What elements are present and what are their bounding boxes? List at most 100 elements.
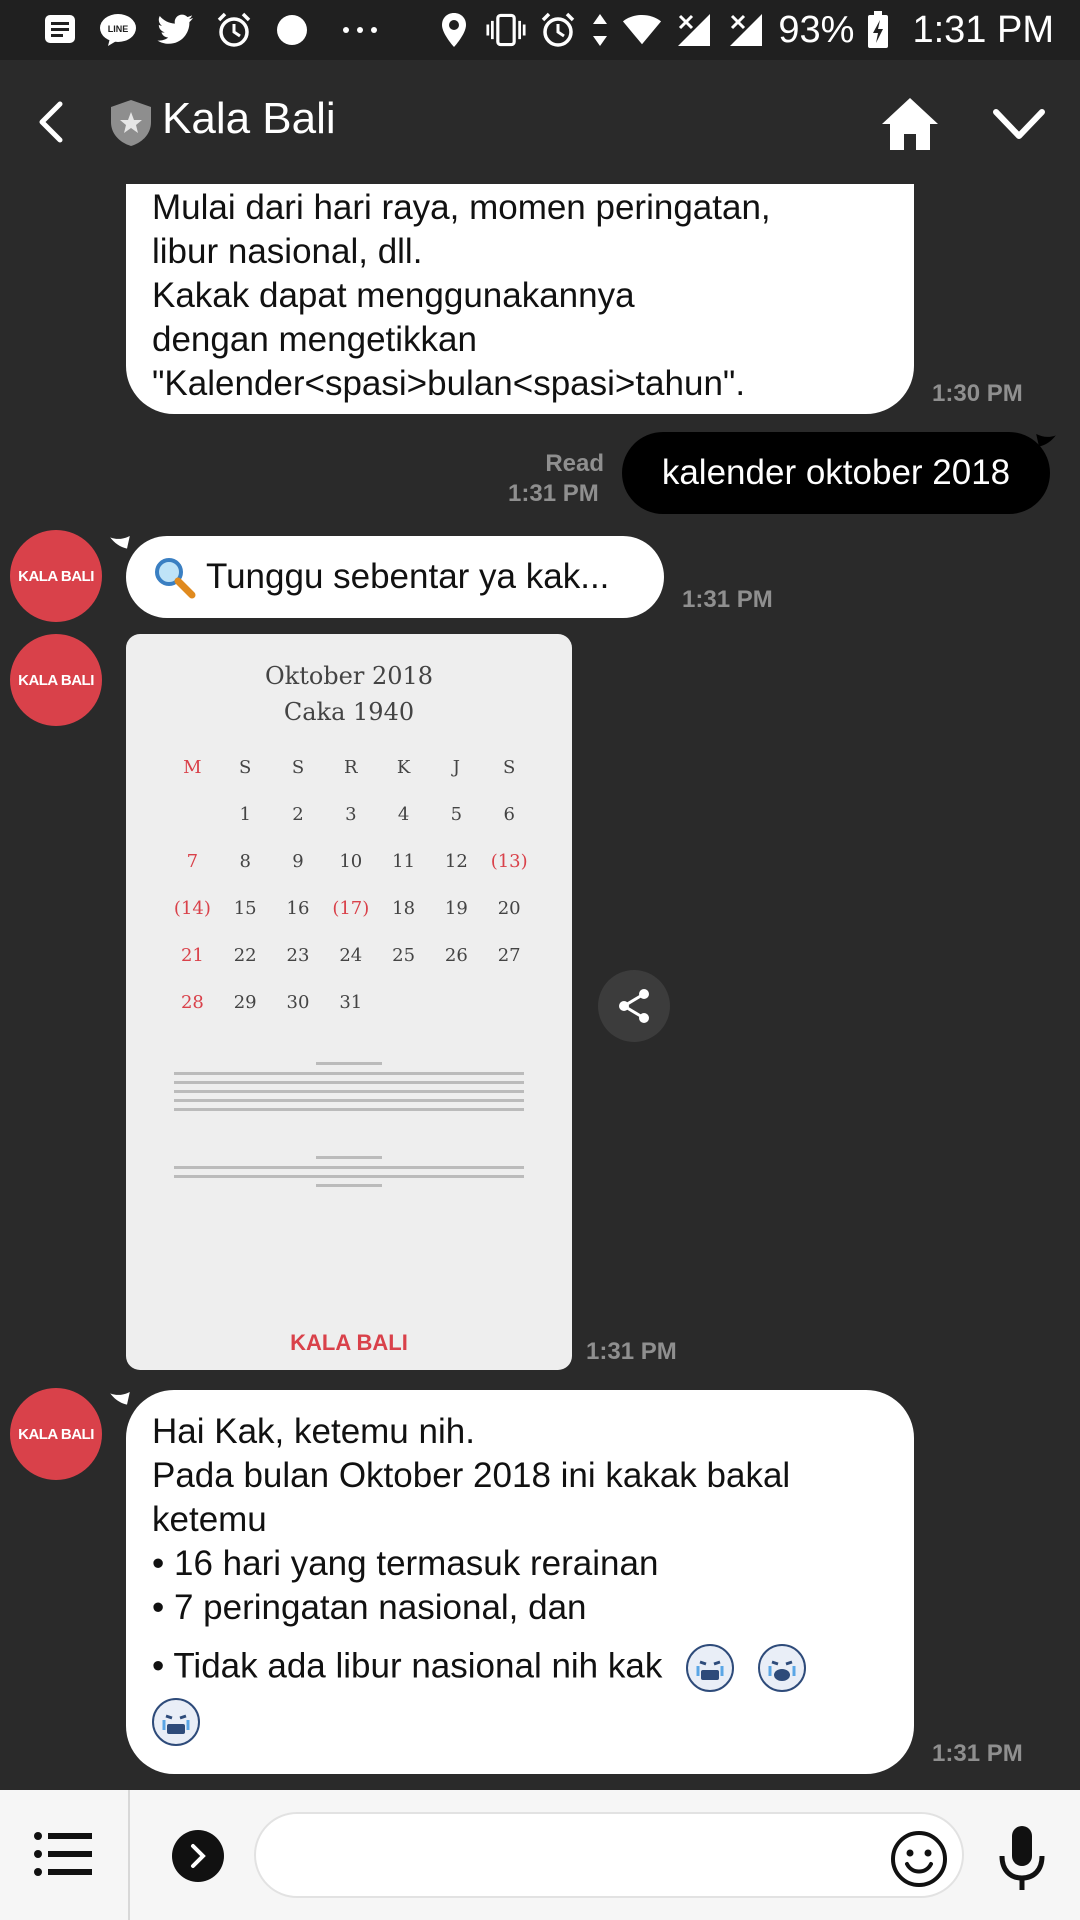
calendar-day: 22 (233, 945, 257, 966)
calendar-day: 9 (292, 851, 304, 872)
calendar-day: 7 (186, 851, 199, 872)
message-text: Tunggu sebentar ya kak... (206, 557, 610, 596)
twitter-icon (156, 10, 196, 50)
clock: 1:31 PM (912, 8, 1054, 51)
calendar-day: 10 (339, 851, 363, 872)
chat-title: Kala Bali (162, 94, 336, 143)
message-bubble-user[interactable]: kalender oktober 2018 (622, 432, 1050, 514)
battery-charging-icon (866, 10, 890, 50)
back-button[interactable] (24, 92, 80, 152)
crying-emoji-icon (152, 1698, 200, 1746)
home-icon (882, 98, 938, 150)
calendar-day: 28 (180, 992, 204, 1013)
fine-print (174, 1090, 524, 1093)
back-arrow-icon (39, 101, 63, 143)
list-menu-icon (34, 1832, 92, 1876)
chat-area[interactable]: Mulai dari hari raya, momen peringatan, … (0, 184, 1080, 1790)
fine-print (174, 1166, 524, 1169)
calendar-day: (14) (173, 898, 211, 919)
calendar-day: 3 (345, 804, 357, 825)
read-receipt: Read (545, 450, 604, 477)
microphone-button[interactable] (996, 1824, 1048, 1894)
calendar-week-row: 21 22 23 24 25 26 27 (166, 932, 536, 979)
calendar-day: (13) (490, 851, 528, 872)
more-notifications-icon (330, 10, 390, 50)
magnifier-icon (152, 555, 196, 599)
message-line: Mulai dari hari raya, momen peringatan, (152, 188, 771, 227)
message-input[interactable] (254, 1812, 964, 1898)
message-line: "Kalender<spasi>bulan<spasi>tahun". (152, 364, 746, 403)
menu-button[interactable] (34, 1830, 92, 1878)
chevron-down-icon (993, 109, 1045, 139)
message-text: kalender oktober 2018 (661, 453, 1011, 492)
fine-print (174, 1081, 524, 1084)
calendar-weekday-row: M S S R K J S (166, 744, 536, 791)
calendar-day: 11 (392, 851, 416, 872)
fine-print (316, 1156, 382, 1159)
message-line: ketemu (152, 1500, 267, 1539)
calendar-day: 21 (180, 945, 204, 966)
avatar[interactable]: KALA BALI (10, 634, 102, 726)
calendar-day: 20 (497, 898, 521, 919)
weekday: R (344, 757, 358, 778)
fine-print (174, 1099, 524, 1102)
fine-print (316, 1184, 382, 1187)
calendar-logo: KALA BALI (290, 1330, 408, 1355)
message-time: 1:31 PM (932, 1740, 1023, 1767)
avatar[interactable]: KALA BALI (10, 1388, 102, 1480)
calendar-subtitle: Caka 1940 (283, 698, 415, 726)
message-bubble-bot[interactable]: Mulai dari hari raya, momen peringatan, … (126, 184, 914, 414)
message-line: dengan mengetikkan (152, 320, 477, 359)
calendar-day: 18 (392, 898, 416, 919)
message-line: Hai Kak, ketemu nih. (152, 1412, 475, 1451)
microphone-icon (999, 1826, 1045, 1890)
calendar-day: 15 (233, 898, 257, 919)
avatar-label: KALA BALI (18, 671, 94, 689)
message-time: 1:31 PM (682, 586, 773, 613)
message-line: • 7 peringatan nasional, dan (152, 1588, 587, 1627)
message-bubble-bot[interactable]: Tunggu sebentar ya kak... (126, 536, 664, 618)
calendar-day: 8 (239, 851, 251, 872)
fine-print (174, 1072, 524, 1075)
fine-print (316, 1062, 382, 1065)
weekday: J (452, 757, 460, 778)
share-icon (619, 989, 649, 1023)
calendar-image[interactable]: Oktober 2018 Caka 1940 M S S R K J S 1 2… (126, 634, 572, 1370)
circle-icon (272, 10, 312, 50)
emoji-button[interactable] (890, 1830, 948, 1888)
share-button[interactable] (598, 970, 670, 1042)
line-app-icon: LINE (98, 10, 138, 50)
calendar-week-row: 28 29 30 31 (166, 979, 536, 1026)
calendar-day: 26 (444, 945, 468, 966)
crying-emoji-icon (757, 1644, 806, 1692)
calendar-day: 25 (392, 945, 416, 966)
calendar-title: Oktober 2018 (264, 662, 434, 690)
battery-percent: 93% (778, 8, 855, 51)
bubble-tail (110, 1392, 130, 1405)
avatar[interactable]: KALA BALI (10, 530, 102, 622)
message-bubble-bot[interactable]: Hai Kak, ketemu nih. Pada bulan Oktober … (126, 1390, 914, 1774)
avatar-label: KALA BALI (18, 1425, 94, 1443)
calendar-week-row: 7 8 9 10 11 12 (13) (166, 838, 536, 885)
chevron-right-icon (191, 1844, 206, 1868)
wifi-icon (622, 10, 662, 50)
weekday: M (183, 757, 202, 778)
home-button[interactable] (878, 92, 942, 156)
message-icon (40, 10, 80, 50)
alarm-icon (538, 10, 578, 50)
message-line: • 16 hari yang termasuk rerainan (152, 1544, 659, 1583)
calendar-day: (17) (332, 898, 370, 919)
smiley-icon (891, 1831, 947, 1887)
calendar-day: 1 (239, 804, 251, 825)
dropdown-button[interactable] (988, 96, 1050, 152)
calendar-day: 23 (286, 945, 310, 966)
calendar-day: 5 (450, 804, 463, 825)
weekday: K (396, 757, 411, 778)
message-time: 1:31 PM (586, 1338, 677, 1365)
calendar-day: 24 (339, 945, 363, 966)
message-line: Pada bulan Oktober 2018 ini kakak bakal (152, 1456, 791, 1495)
calendar-day: 27 (497, 945, 521, 966)
calendar-day: 12 (444, 851, 468, 872)
calendar-grid: M S S R K J S 1 2 3 4 5 6 7 8 9 10 11 12… (166, 744, 536, 1026)
expand-button[interactable] (172, 1830, 224, 1882)
